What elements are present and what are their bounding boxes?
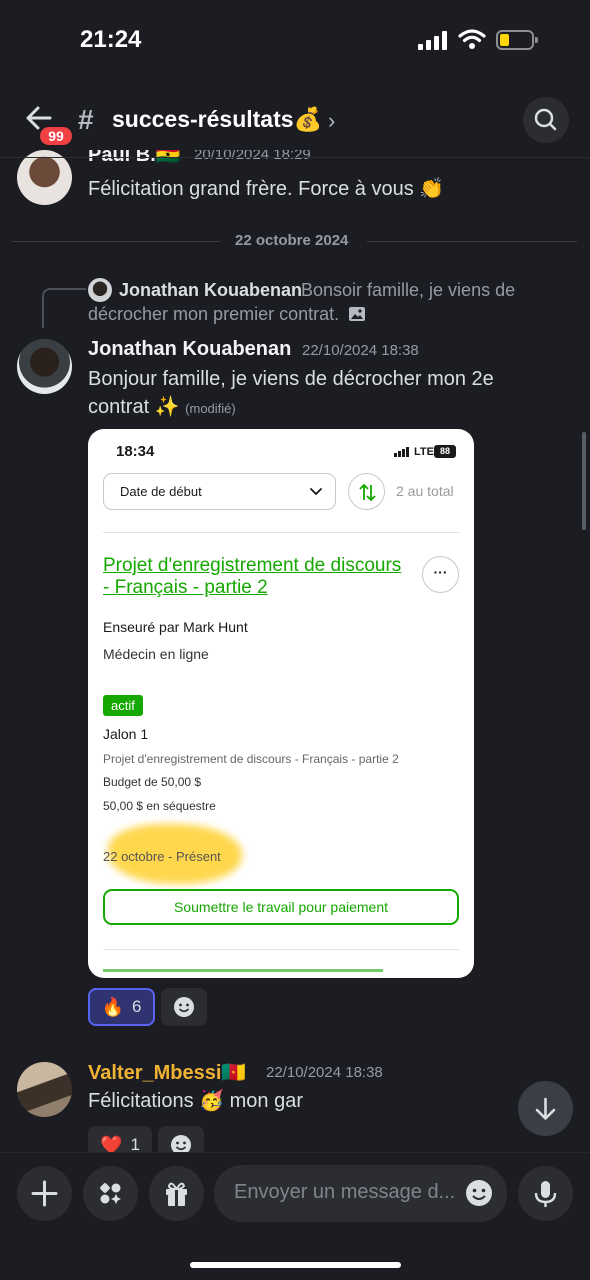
plus-icon [31, 1180, 58, 1207]
gift-button[interactable] [149, 1166, 204, 1221]
voice-message-button[interactable] [518, 1166, 573, 1221]
budget: Budget de 50,00 $ [103, 775, 202, 789]
author-name[interactable]: Jonathan Kouabenan [88, 338, 291, 361]
header-divider [0, 157, 590, 158]
project-category: Médecin en ligne [103, 646, 209, 662]
author-name-text: Valter_Mbessi🇨🇲 [88, 1062, 247, 1084]
home-indicator[interactable] [190, 1262, 401, 1268]
message-text: Félicitation grand frère. Force à vous 👏 [88, 178, 445, 200]
wifi-icon [458, 29, 486, 49]
embedded-network: LTE [414, 446, 434, 458]
divider [103, 949, 459, 950]
author-name[interactable]: Valter_Mbessi🇨🇲 [88, 1060, 246, 1085]
embedded-time: 18:34 [116, 443, 155, 460]
apps-button[interactable] [83, 1166, 138, 1221]
next-project-peek [103, 969, 383, 975]
chevron-right-icon[interactable]: › [328, 108, 335, 134]
sort-select: Date de début [103, 473, 336, 510]
reaction-emoji: 🔥 [101, 996, 124, 1017]
avatar[interactable] [17, 1062, 72, 1117]
unread-badge: 99 [37, 124, 75, 148]
emoji-icon[interactable] [464, 1178, 494, 1208]
date-divider-line [367, 241, 577, 242]
add-reaction-button[interactable] [161, 988, 207, 1026]
status-badge: actif [103, 695, 143, 716]
search-icon [534, 108, 557, 131]
channel-hash-icon: # [78, 104, 94, 135]
edited-label: (modifié) [185, 401, 236, 416]
date-divider-label: 22 octobre 2024 [235, 232, 349, 249]
sort-select-value: Date de début [120, 484, 202, 499]
divider [103, 532, 459, 533]
image-attachment[interactable]: 18:34 LTE 88 Date de début 2 au total Pr… [88, 429, 474, 978]
jump-to-bottom-button[interactable] [518, 1081, 573, 1136]
timestamp: 22/10/2024 18:38 [302, 342, 419, 359]
chevron-down-icon [310, 488, 322, 496]
author-name[interactable]: Paul B.🇬🇭 [88, 150, 181, 167]
reaction-fire[interactable]: 🔥 6 [88, 988, 155, 1026]
avatar[interactable] [17, 150, 72, 205]
submit-work-button: Soumettre le travail pour paiement [103, 889, 459, 925]
project-title: Projet d'enregistrement de discours - Fr… [103, 555, 402, 598]
microphone-icon [534, 1181, 557, 1207]
message-header: Paul B.🇬🇭 20/10/2024 18:29 [88, 150, 588, 172]
embedded-signal-icon [394, 447, 410, 457]
image-icon [349, 307, 366, 321]
escrow-amount: 50,00 $ en séquestre [103, 799, 216, 813]
date-divider-line [12, 241, 220, 242]
sort-order-button [348, 473, 385, 510]
search-button[interactable] [523, 97, 569, 143]
gift-icon [166, 1182, 187, 1206]
avatar[interactable] [17, 339, 72, 394]
arrow-down-icon [535, 1097, 556, 1120]
message-body: Bonjour famille, je viens de décrocher m… [88, 368, 494, 418]
date-range: 22 octobre - Présent [103, 849, 221, 864]
attach-button[interactable] [17, 1166, 72, 1221]
apps-icon [100, 1183, 121, 1204]
battery-icon [496, 30, 538, 50]
message-text: Félicitations 🥳 mon gar [88, 1090, 303, 1112]
status-time: 21:24 [80, 26, 142, 53]
scrollbar[interactable] [582, 432, 586, 530]
more-options-icon: ··· [422, 556, 459, 593]
total-count: 2 au total [396, 483, 454, 499]
reply-preview[interactable]: Bonsoir famille, je viens de décrocher m… [88, 278, 528, 326]
milestone-description: Projet d'enregistrement de discours - Fr… [103, 752, 399, 766]
sort-arrows-icon [359, 483, 376, 502]
cell-signal-icon [418, 30, 450, 50]
add-reaction-icon [174, 997, 194, 1017]
embedded-battery: 88 [434, 445, 456, 458]
channel-name[interactable]: succes-résultats💰 [112, 106, 322, 133]
message-text: Bonjour famille, je viens de décrocher m… [88, 365, 548, 423]
timestamp: 22/10/2024 18:38 [266, 1064, 383, 1081]
milestone-title: Jalon 1 [103, 726, 149, 742]
client-name: Enseuré par Mark Hunt [103, 619, 248, 635]
reply-connector [42, 288, 86, 328]
reaction-count: 6 [131, 997, 142, 1016]
reply-text: Bonsoir famille, je viens de décrocher m… [88, 280, 516, 324]
